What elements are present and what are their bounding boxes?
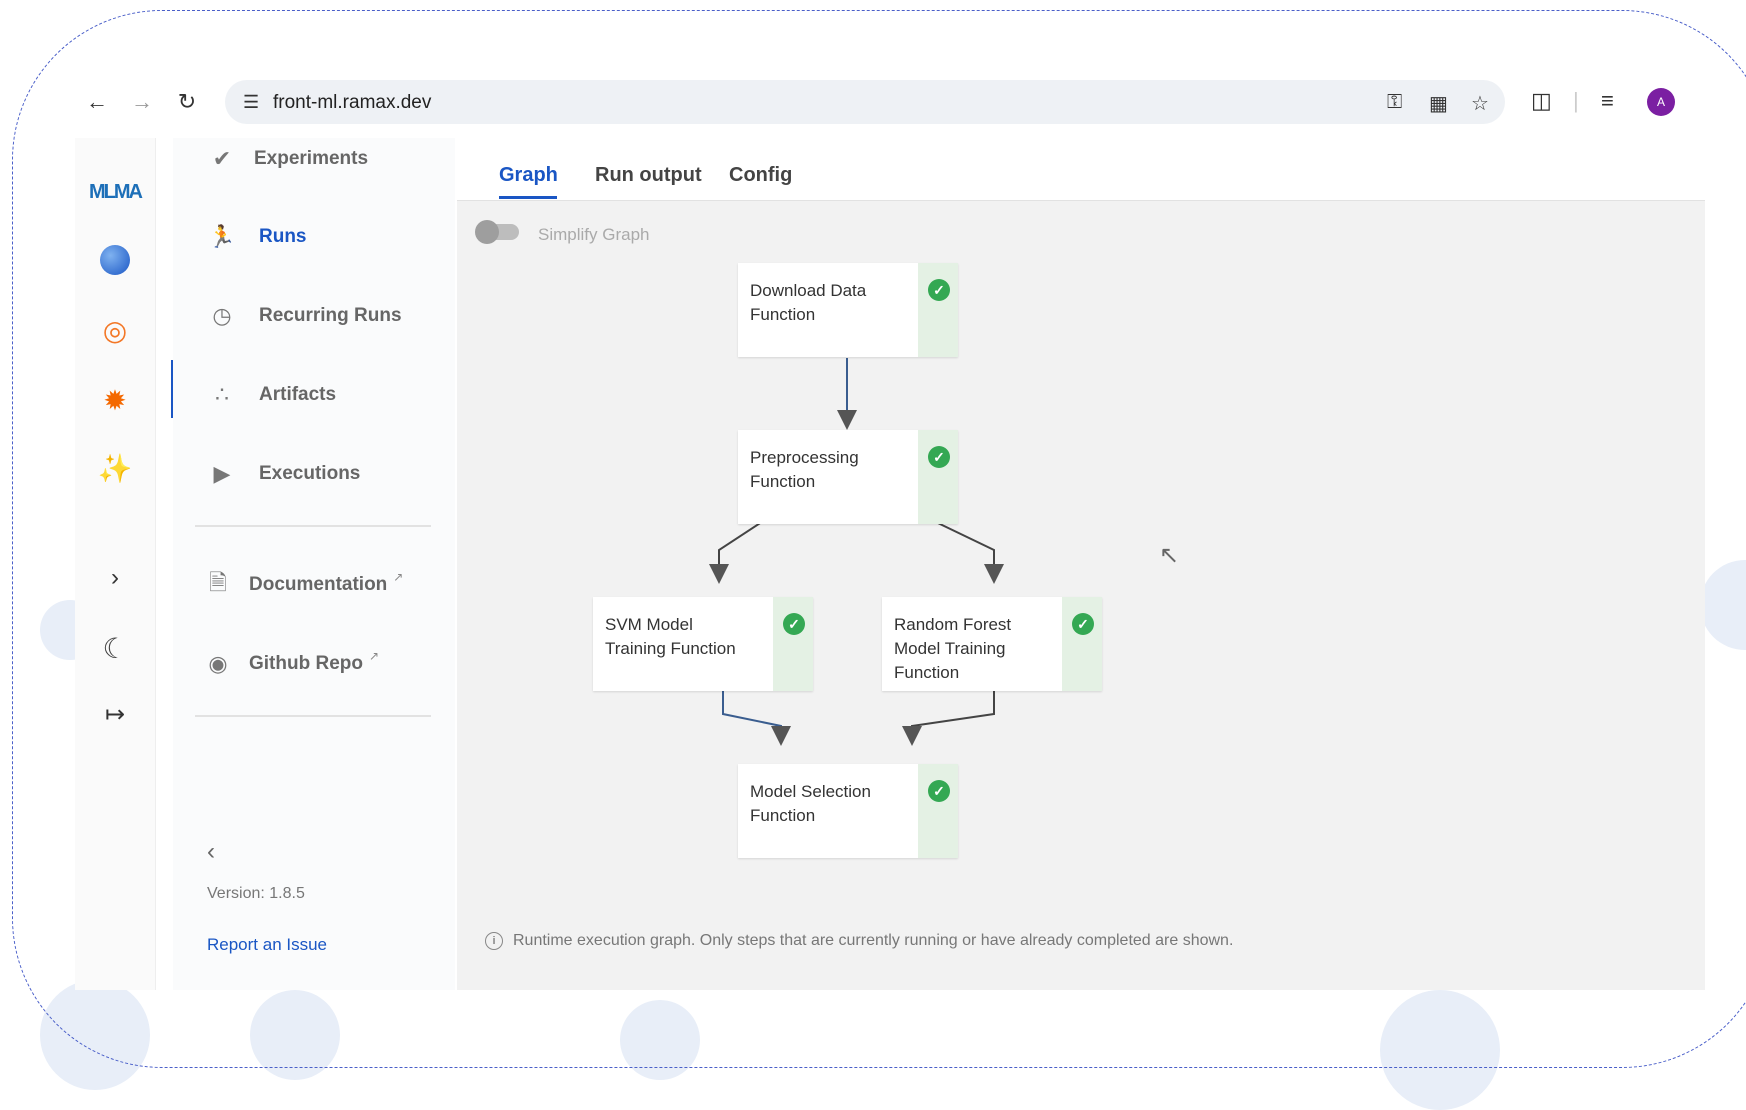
sidebar-link-label: Github Repo	[249, 653, 363, 674]
github-icon: ◉	[208, 651, 228, 676]
check-circle-icon: ✓	[1072, 613, 1094, 635]
translate-icon[interactable]: ▦	[1429, 91, 1448, 116]
app-window: MLMA ◎ ✹ ✨ › ☾ ↦ ✔ Experiments 🏃 Runs ◷ …	[75, 138, 1705, 990]
graph-info-note: i Runtime execution graph. Only steps th…	[485, 932, 1233, 950]
node-label: SVM Model Training Function	[605, 615, 736, 658]
site-settings-icon[interactable]: ☰	[243, 92, 259, 113]
sidebar-item-runs[interactable]: 🏃 Runs	[173, 212, 455, 262]
profile-avatar[interactable]: A	[1647, 88, 1675, 116]
node-label: Download Data Function	[750, 281, 867, 324]
node-label: Preprocessing Function	[750, 448, 859, 491]
collapse-sidebar-icon[interactable]: ‹	[207, 838, 215, 866]
node-status: ✓	[773, 597, 813, 691]
mlflow-icon[interactable]: ✨	[95, 448, 135, 488]
graph-node-download-data[interactable]: Download Data Function ✓	[738, 263, 958, 357]
url-text[interactable]: front-ml.ramax.dev	[273, 92, 431, 114]
sidebar-item-recurring-runs[interactable]: ◷ Recurring Runs	[173, 291, 455, 341]
graph-node-preprocessing[interactable]: Preprocessing Function ✓	[738, 430, 958, 524]
node-status: ✓	[1062, 597, 1102, 691]
external-link-icon: ↗	[393, 570, 404, 584]
check-circle-icon: ✓	[928, 780, 950, 802]
graph-node-random-forest-training[interactable]: Random Forest Model Training Function ✓	[882, 597, 1102, 691]
forward-icon[interactable]: →	[130, 90, 154, 114]
sidebar-divider	[195, 525, 431, 527]
left-rail: MLMA ◎ ✹ ✨ › ☾ ↦	[75, 138, 156, 990]
artifacts-bubbles-icon: ∴	[215, 382, 229, 407]
experiments-check-icon: ✔	[212, 146, 232, 171]
check-circle-icon: ✓	[928, 446, 950, 468]
node-status: ✓	[918, 764, 958, 858]
sidebar-item-label: Recurring Runs	[259, 305, 402, 326]
password-key-icon[interactable]: ⚿	[1387, 91, 1402, 114]
report-issue-link[interactable]: Report an Issue	[207, 935, 327, 955]
logo[interactable]: MLMA	[89, 172, 143, 212]
check-circle-icon: ✓	[928, 279, 950, 301]
sidebar-item-executions[interactable]: ▶ Executions	[173, 449, 455, 499]
reload-icon[interactable]: ↻	[175, 90, 199, 114]
extensions-icon[interactable]: ◫	[1531, 88, 1552, 114]
address-bar[interactable]: ☰ front-ml.ramax.dev ⚿ ▦ ☆	[225, 80, 1505, 124]
document-icon: 🗎	[209, 570, 227, 595]
sidebar: ✔ Experiments 🏃 Runs ◷ Recurring Runs ∴ …	[173, 138, 455, 990]
graph-edges	[709, 358, 1004, 746]
graph-info-text: Runtime execution graph. Only steps that…	[513, 932, 1234, 949]
sidebar-link-documentation[interactable]: 🗎 Documentation ↗	[173, 560, 455, 610]
sidebar-link-github[interactable]: ◉ Github Repo ↗	[173, 639, 455, 689]
sidebar-item-label: Experiments	[254, 148, 369, 169]
sidebar-item-experiments[interactable]: ✔ Experiments	[173, 134, 455, 184]
play-triangle-icon: ▶	[213, 461, 231, 486]
node-status: ✓	[918, 263, 958, 357]
divider-line: |	[1573, 88, 1579, 113]
sidebar-item-artifacts[interactable]: ∴ Artifacts	[173, 370, 455, 420]
logout-icon[interactable]: ↦	[95, 694, 135, 734]
external-link-icon: ↗	[368, 649, 380, 663]
info-icon: i	[485, 932, 503, 950]
kubeflow-icon[interactable]	[95, 240, 135, 280]
media-queue-icon[interactable]: ≡	[1601, 88, 1614, 114]
bookmark-star-icon[interactable]: ☆	[1471, 91, 1489, 116]
sidebar-divider	[195, 715, 431, 717]
dark-mode-moon-icon[interactable]: ☾	[95, 628, 135, 668]
node-status: ✓	[918, 430, 958, 524]
main-content: Graph Run output Config Simplify Graph D…	[457, 138, 1705, 990]
version-text: Version: 1.8.5	[207, 885, 305, 902]
grafana-icon[interactable]: ✹	[95, 380, 135, 420]
check-circle-icon: ✓	[783, 613, 805, 635]
sidebar-link-label: Documentation	[249, 574, 388, 595]
back-icon[interactable]: ←	[85, 90, 109, 114]
sidebar-item-label: Runs	[259, 226, 307, 247]
expand-chevron-icon[interactable]: ›	[95, 558, 135, 598]
graph-node-svm-training[interactable]: SVM Model Training Function ✓	[593, 597, 813, 691]
graph-node-model-selection[interactable]: Model Selection Function ✓	[738, 764, 958, 858]
browser-toolbar: ← → ↻ ☰ front-ml.ramax.dev ⚿ ▦ ☆ ◫ | ≡ A	[75, 72, 1705, 132]
alarm-clock-icon: ◷	[212, 303, 232, 328]
mouse-cursor-icon: ↖	[1159, 542, 1180, 569]
sidebar-item-label: Executions	[259, 463, 361, 484]
runs-running-icon: 🏃	[208, 224, 236, 249]
node-label: Random Forest Model Training Function	[894, 615, 1012, 682]
jupyter-icon[interactable]: ◎	[95, 310, 135, 350]
node-label: Model Selection Function	[750, 782, 871, 825]
sidebar-item-label: Artifacts	[259, 384, 337, 405]
